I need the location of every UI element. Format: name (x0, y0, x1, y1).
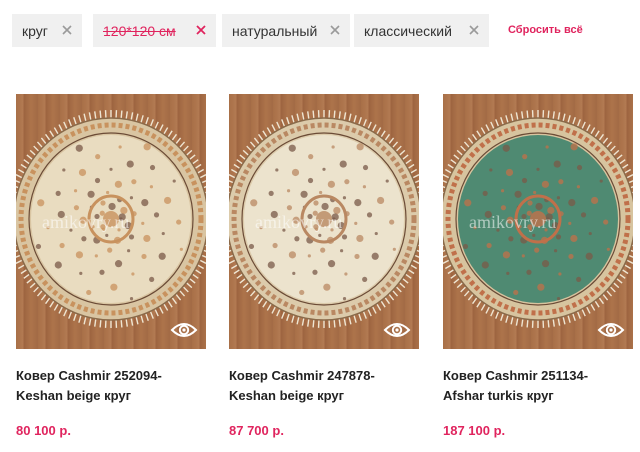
product-photo[interactable]: amikovry.ru (229, 94, 419, 349)
product-photo[interactable]: amikovry.ru (443, 94, 633, 349)
product-card[interactable]: amikovry.ru Ковер Cashmir 251134- Afshar… (443, 94, 633, 438)
product-title[interactable]: Ковер Cashmir 247878- Keshan beige круг (229, 366, 429, 406)
eye-icon[interactable] (597, 320, 625, 340)
filter-chip-shape[interactable]: круг (12, 14, 82, 47)
filter-chip-label: 120*120 см (103, 22, 176, 39)
reset-filters-link[interactable]: Сбросить всё (508, 24, 583, 36)
product-photo[interactable]: amikovry.ru (16, 94, 206, 349)
filter-chip-label: натуральный (232, 22, 318, 39)
watermark: amikovry.ru (42, 212, 130, 232)
watermark: amikovry.ru (469, 212, 557, 232)
product-title-line: Ковер Cashmir 251134- (443, 368, 589, 383)
watermark: amikovry.ru (255, 212, 343, 232)
product-title[interactable]: Ковер Cashmir 251134- Afshar turkis круг (443, 366, 640, 406)
product-card[interactable]: amikovry.ru Ковер Cashmir 252094- Keshan… (16, 94, 206, 438)
close-icon[interactable] (60, 23, 74, 37)
product-card[interactable]: amikovry.ru Ковер Cashmir 247878- Keshan… (229, 94, 419, 438)
product-title-line: Keshan beige круг (229, 388, 345, 403)
filter-chip-material[interactable]: натуральный (222, 14, 350, 47)
product-price: 80 100 р. (16, 423, 71, 438)
filter-chip-label: классический (364, 22, 452, 39)
product-title-line: Keshan beige круг (16, 388, 132, 403)
eye-icon[interactable] (170, 320, 198, 340)
close-icon[interactable] (328, 23, 342, 37)
product-price: 187 100 р. (443, 423, 506, 438)
product-title-line: Afshar turkis круг (443, 388, 554, 403)
eye-icon[interactable] (383, 320, 411, 340)
product-price: 87 700 р. (229, 423, 284, 438)
filter-chip-style[interactable]: классический (354, 14, 489, 47)
product-title-line: Ковер Cashmir 247878- (229, 368, 375, 383)
active-filters-bar: круг 120*120 см натуральный классический… (12, 14, 640, 47)
close-icon[interactable] (467, 23, 481, 37)
filter-chip-size[interactable]: 120*120 см (93, 14, 216, 47)
product-title[interactable]: Ковер Cashmir 252094- Keshan beige круг (16, 366, 216, 406)
filter-chip-label: круг (22, 22, 48, 39)
product-title-line: Ковер Cashmir 252094- (16, 368, 162, 383)
close-icon[interactable] (194, 23, 208, 37)
